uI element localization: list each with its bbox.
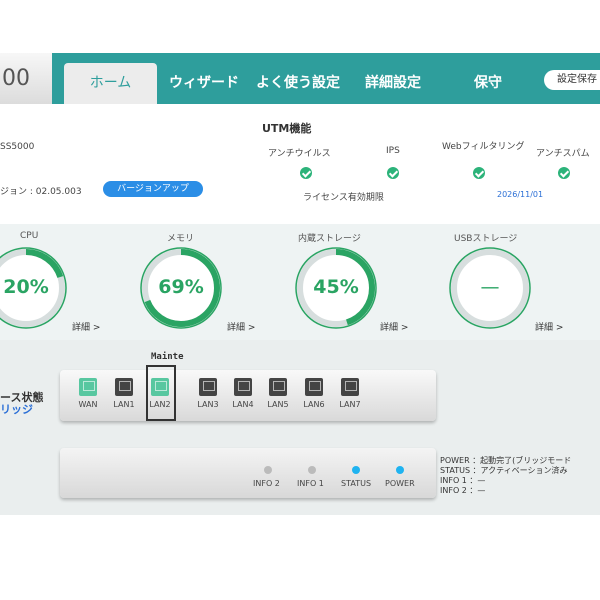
- device-model: SS5000: [0, 142, 35, 152]
- ethernet-port-icon: [341, 378, 359, 396]
- license-expiry-label: ライセンス有効期限: [303, 193, 384, 203]
- led-status-indicator: [352, 466, 360, 474]
- utm-antispam-label: アンチスパム: [536, 149, 590, 159]
- storage-detail-link[interactable]: 詳細 >: [380, 320, 408, 333]
- led-label: INFO 1: [297, 479, 324, 488]
- legend-info2: INFO 2 ：—: [440, 486, 486, 495]
- tab-wizard[interactable]: ウィザード: [169, 63, 239, 104]
- port-label: WAN: [78, 400, 98, 409]
- ethernet-port-icon: [199, 378, 217, 396]
- utm-title: UTM機能: [262, 122, 312, 135]
- port-lan2[interactable]: LAN2: [148, 378, 172, 414]
- storage-value: 45%: [313, 276, 359, 298]
- led-info-1-indicator: [308, 466, 316, 474]
- ips-check-icon: [387, 167, 399, 179]
- license-expiry-date: 2026/11/01: [497, 190, 544, 199]
- mainte-label: Mainte: [151, 352, 184, 362]
- led-label: POWER: [385, 479, 415, 488]
- port-lan5[interactable]: LAN5: [266, 378, 290, 414]
- cpu-value: 20%: [3, 276, 49, 298]
- firmware-version: ジョン : 02.05.003: [0, 187, 82, 197]
- ethernet-port-icon: [269, 378, 287, 396]
- storage-label: 内蔵ストレージ: [298, 234, 361, 244]
- port-lan7[interactable]: LAN7: [338, 378, 362, 414]
- port-lan4[interactable]: LAN4: [231, 378, 255, 414]
- led-status-panel: [60, 448, 436, 498]
- cpu-label: CPU: [20, 231, 39, 241]
- antivirus-check-icon: [300, 167, 312, 179]
- usb-storage-detail-link[interactable]: 詳細 >: [535, 320, 563, 333]
- port-label: LAN4: [232, 400, 254, 409]
- usb-storage-label: USBストレージ: [454, 234, 518, 244]
- product-logo: 00: [0, 53, 52, 104]
- memory-value: 69%: [158, 276, 204, 298]
- led-label: INFO 2: [253, 479, 280, 488]
- top-navigation-bar: 00 ホーム ウィザード よく使う設定 詳細設定 保守 設定保存: [0, 53, 600, 104]
- led-power-indicator: [396, 466, 404, 474]
- led-info-2-indicator: [264, 466, 272, 474]
- port-label: LAN7: [339, 400, 361, 409]
- tab-home[interactable]: ホーム: [64, 63, 157, 104]
- tab-common-settings[interactable]: よく使う設定: [256, 63, 340, 104]
- led-label: STATUS: [341, 479, 372, 488]
- tab-advanced-settings[interactable]: 詳細設定: [365, 63, 421, 104]
- usb-storage-value: —: [480, 276, 500, 298]
- port-lan1[interactable]: LAN1: [112, 378, 136, 414]
- ethernet-port-icon: [305, 378, 323, 396]
- port-label: LAN1: [113, 400, 135, 409]
- webfilter-check-icon: [473, 167, 485, 179]
- bridge-mode-link[interactable]: リッジ: [0, 401, 33, 417]
- port-label: LAN2: [149, 400, 171, 409]
- memory-label: メモリ: [167, 234, 195, 244]
- version-up-button[interactable]: バージョンアップ: [103, 181, 203, 197]
- page: 00 ホーム ウィザード よく使う設定 詳細設定 保守 設定保存 SS5000 …: [0, 0, 600, 600]
- tab-maintenance[interactable]: 保守: [474, 63, 502, 104]
- port-lan6[interactable]: LAN6: [302, 378, 326, 414]
- cpu-detail-link[interactable]: 詳細 >: [72, 320, 100, 333]
- ethernet-port-icon: [115, 378, 133, 396]
- utm-ips-label: IPS: [386, 146, 400, 156]
- utm-antivirus-label: アンチウイルス: [268, 149, 331, 159]
- memory-detail-link[interactable]: 詳細 >: [227, 320, 255, 333]
- ethernet-port-icon: [234, 378, 252, 396]
- port-label: LAN3: [197, 400, 219, 409]
- port-lan3[interactable]: LAN3: [196, 378, 220, 414]
- port-wan[interactable]: WAN: [76, 378, 100, 414]
- ethernet-port-icon: [79, 378, 97, 396]
- port-label: LAN6: [303, 400, 325, 409]
- port-label: LAN5: [267, 400, 289, 409]
- utm-webfilter-label: Webフィルタリング: [442, 142, 525, 152]
- antispam-check-icon: [558, 167, 570, 179]
- ethernet-port-icon: [151, 378, 169, 396]
- save-settings-button[interactable]: 設定保存: [544, 70, 600, 90]
